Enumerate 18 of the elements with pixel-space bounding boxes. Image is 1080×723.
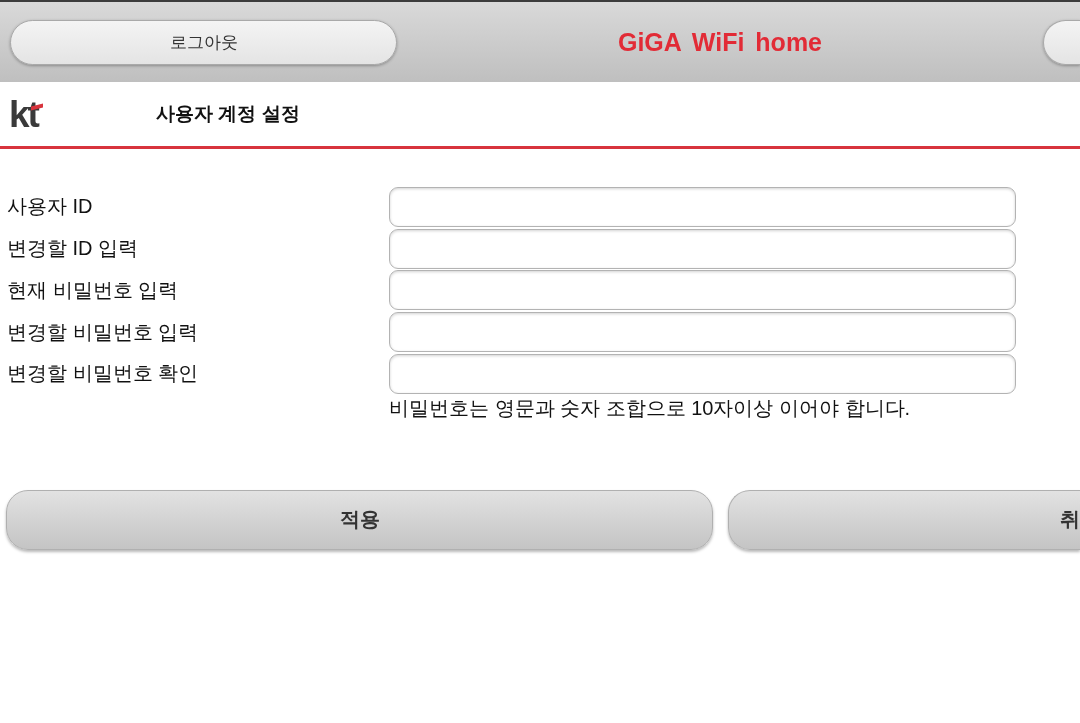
- field-label: 변경할 비밀번호 확인: [7, 361, 200, 387]
- input-field[interactable]: [389, 228, 1016, 269]
- logout-button[interactable]: 로그아웃: [10, 19, 397, 65]
- app-title: GiGA WiFi home: [616, 27, 824, 57]
- input-field[interactable]: [389, 186, 1016, 227]
- input-field[interactable]: [389, 270, 1016, 311]
- action-button[interactable]: 취: [728, 489, 1080, 550]
- hint-text: 비밀번호는 영문과 숫자 조합으로 10자이상 이어야 합니다.: [389, 395, 912, 420]
- field-label: 변경할 비밀번호 입력: [7, 319, 200, 345]
- field-label: 사용자 ID: [7, 194, 94, 220]
- input-field[interactable]: [389, 312, 1016, 353]
- input-field[interactable]: [389, 353, 1016, 394]
- field-label: 변경할 ID 입력: [7, 236, 140, 262]
- header-button[interactable]: [1043, 19, 1080, 65]
- field-label: 현재 비밀번호 입력: [7, 277, 180, 303]
- logo: kt: [9, 95, 45, 133]
- page-title: 사용자 계정 설정: [156, 102, 300, 126]
- action-button[interactable]: 적용: [6, 489, 713, 550]
